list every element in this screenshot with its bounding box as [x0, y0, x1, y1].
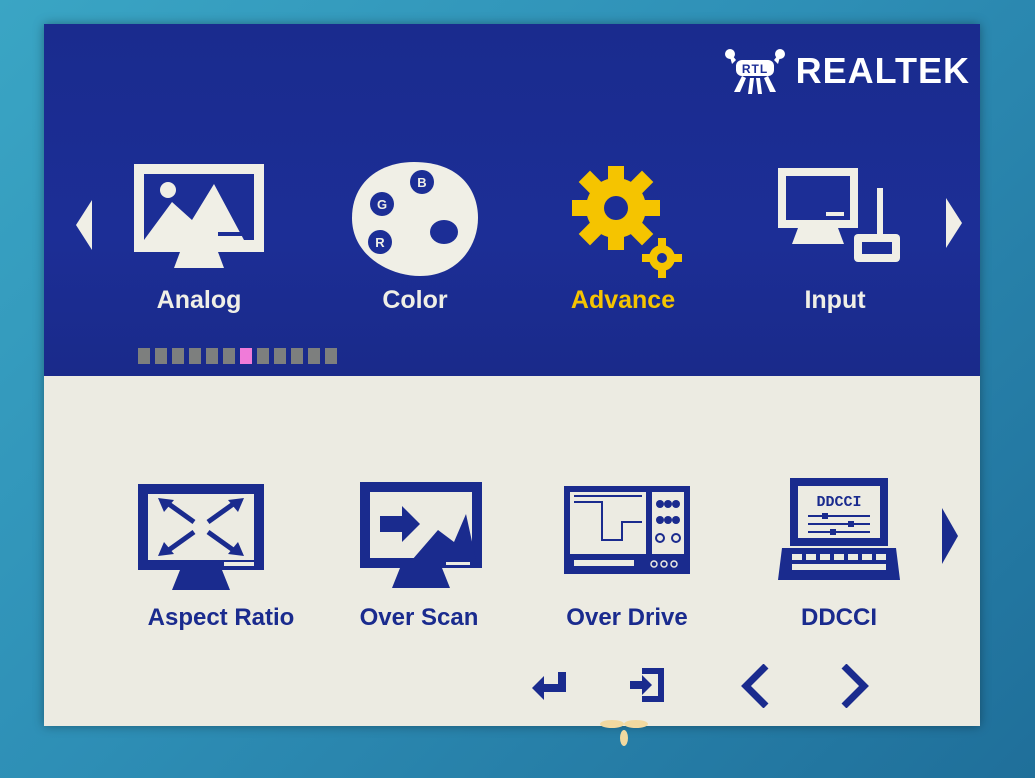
palette-icon[interactable]: B G R: [350, 160, 480, 278]
ddcci-icon[interactable]: DDCCI: [778, 476, 900, 582]
right-chevron-icon[interactable]: [840, 664, 870, 708]
gear-icon[interactable]: [564, 160, 694, 284]
brand-logo: RTL REALTEK: [722, 46, 970, 96]
svg-text:R: R: [375, 235, 385, 250]
bezel-decoration-icon: [600, 720, 648, 746]
page-dot: [274, 348, 286, 364]
tab-advance-label[interactable]: Advance: [548, 286, 698, 315]
exit-icon[interactable]: [628, 664, 668, 706]
page-dot: [172, 348, 184, 364]
sub-item-over-drive-label[interactable]: Over Drive: [532, 604, 722, 632]
page-indicator: [138, 348, 337, 364]
over-drive-icon[interactable]: [562, 484, 692, 576]
page-dot: [223, 348, 235, 364]
page-dot: [189, 348, 201, 364]
svg-text:G: G: [377, 197, 387, 212]
page-dot: [325, 348, 337, 364]
ddcci-icon-text: DDCCI: [816, 494, 861, 511]
page-dot: [291, 348, 303, 364]
tab-input-label[interactable]: Input: [760, 286, 910, 315]
page-dot: [257, 348, 269, 364]
monitor-picture-icon[interactable]: [132, 162, 266, 272]
tab-color-label[interactable]: Color: [340, 286, 490, 315]
sub-item-aspect-ratio-label[interactable]: Aspect Ratio: [126, 604, 316, 632]
enter-icon[interactable]: [530, 670, 570, 702]
realtek-crab-icon: RTL: [724, 49, 785, 94]
svg-text:B: B: [417, 175, 426, 190]
page-dot: [138, 348, 150, 364]
sub-item-ddcci-label[interactable]: DDCCI: [744, 604, 934, 632]
page-dot-active: [240, 348, 252, 364]
osd-menu: RTL REALTEK Analog B G R Color Advance I…: [44, 24, 980, 726]
tab-analog-label[interactable]: Analog: [124, 286, 274, 315]
brand-name: REALTEK: [795, 50, 970, 91]
page-dot: [206, 348, 218, 364]
page-dot: [155, 348, 167, 364]
over-scan-icon[interactable]: [358, 480, 484, 592]
top-menu-bar: RTL REALTEK Analog B G R Color Advance I…: [44, 24, 980, 376]
svg-text:RTL: RTL: [742, 62, 768, 76]
sub-menu-right-arrow-icon[interactable]: [940, 508, 960, 564]
left-chevron-icon[interactable]: [740, 664, 770, 708]
scroll-right-arrow-icon[interactable]: [944, 198, 964, 248]
monitor-keyboard-icon[interactable]: [776, 164, 906, 284]
page-dot: [308, 348, 320, 364]
aspect-ratio-icon[interactable]: [136, 482, 266, 594]
sub-item-over-scan-label[interactable]: Over Scan: [324, 604, 514, 632]
scroll-left-arrow-icon[interactable]: [74, 200, 94, 250]
